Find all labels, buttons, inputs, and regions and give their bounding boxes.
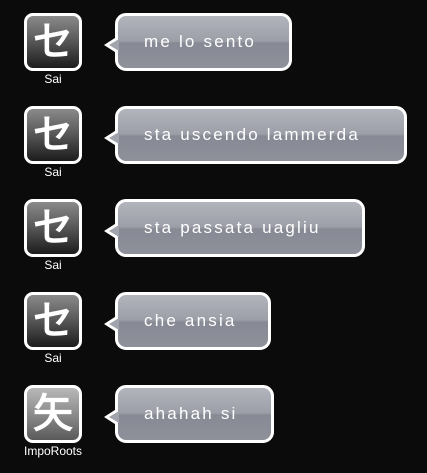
avatar-glyph: セ (33, 19, 73, 65)
message-row: セ Sai me lo sento (0, 13, 427, 93)
message-row: セ Sai sta uscendo lammerda (0, 106, 427, 186)
message-text: me lo sento (144, 32, 257, 51)
message-text: sta uscendo lammerda (144, 125, 360, 144)
avatar-glyph: 矢 (33, 391, 73, 437)
username: Sai (44, 351, 62, 365)
username: Sai (44, 165, 62, 179)
message-row: セ Sai che ansia (0, 292, 427, 372)
message-bubble: che ansia (104, 292, 271, 350)
avatar-glyph: セ (33, 205, 73, 251)
message-bubble: sta uscendo lammerda (104, 106, 407, 164)
username: ImpoRoots (23, 444, 83, 458)
avatar-glyph: セ (33, 298, 73, 344)
username: Sai (44, 258, 62, 272)
message-row: 矢 ImpoRoots ahahah si (0, 385, 427, 465)
chat-log: セ Sai me lo sento セ Sai sta uscendo lamm… (0, 0, 427, 473)
avatar[interactable]: セ (24, 199, 82, 257)
username: Sai (44, 72, 62, 86)
message-text: che ansia (144, 311, 237, 330)
avatar[interactable]: セ (24, 106, 82, 164)
message-bubble: ahahah si (104, 385, 274, 443)
message-row: セ Sai sta passata uagliu (0, 199, 427, 279)
message-text: ahahah si (144, 404, 238, 423)
avatar-glyph: セ (33, 112, 73, 158)
avatar[interactable]: 矢 (24, 385, 82, 443)
message-bubble: me lo sento (104, 13, 292, 71)
avatar[interactable]: セ (24, 292, 82, 350)
message-bubble: sta passata uagliu (104, 199, 365, 257)
message-text: sta passata uagliu (144, 218, 321, 237)
avatar[interactable]: セ (24, 13, 82, 71)
